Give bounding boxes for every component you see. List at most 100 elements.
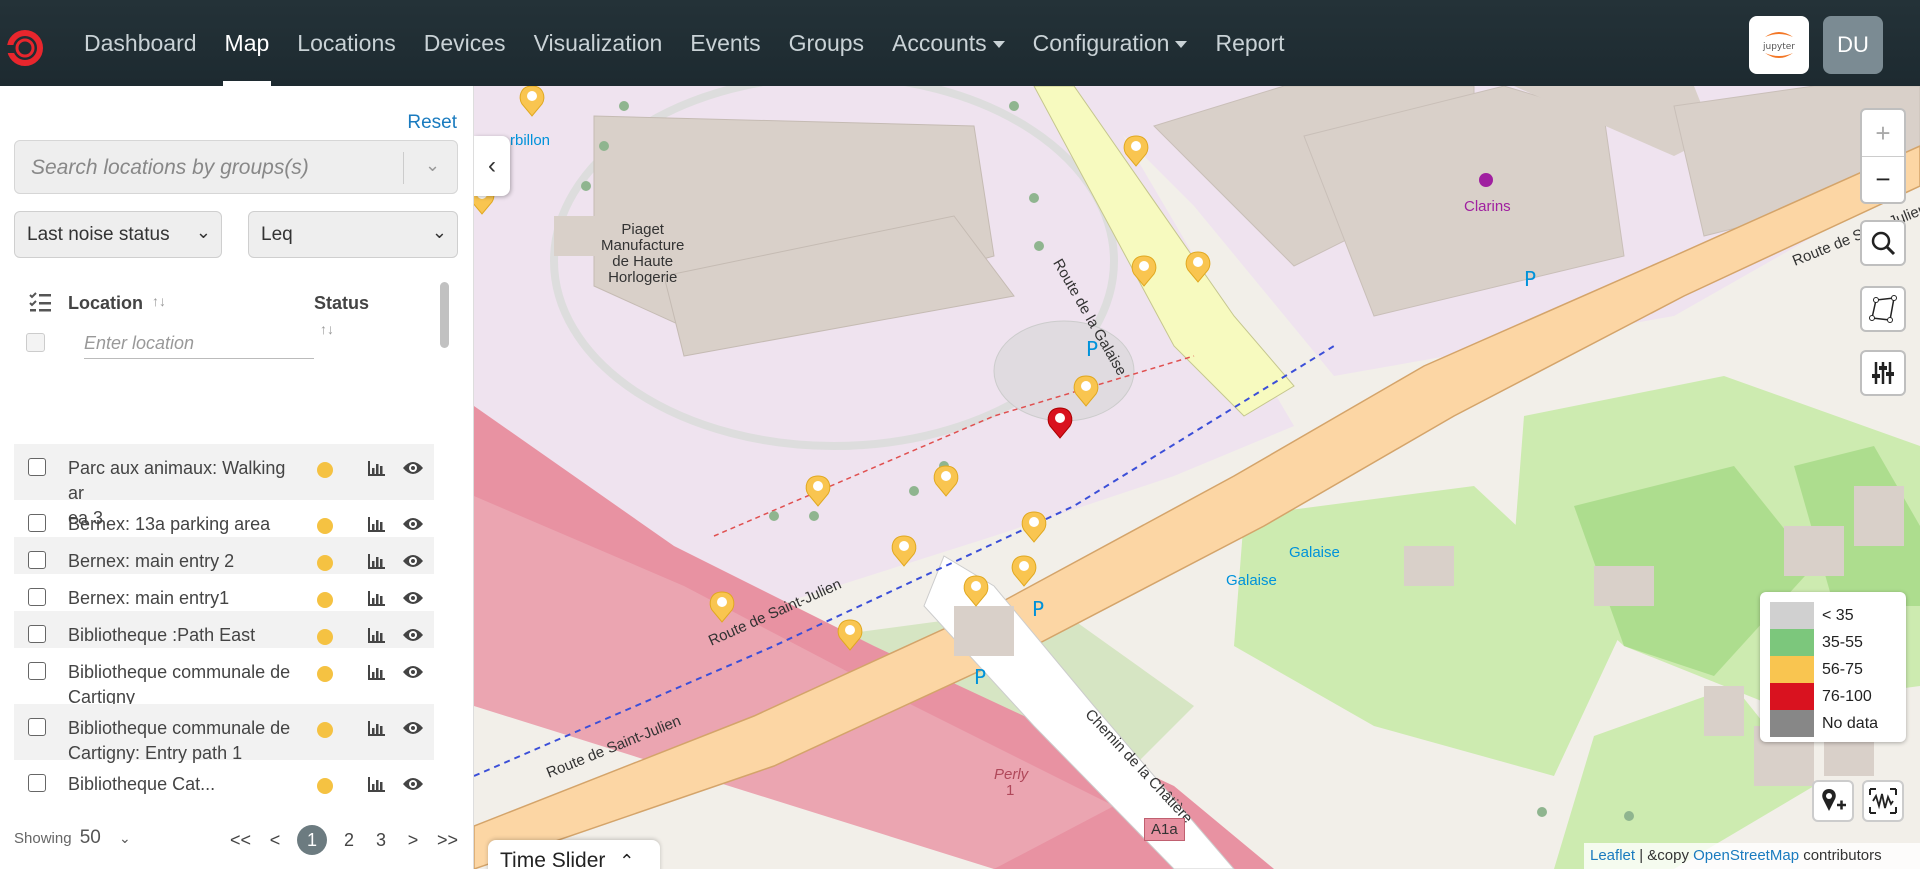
map-marker[interactable]	[963, 575, 989, 607]
map-marker[interactable]	[805, 475, 831, 507]
nav-item-label: Locations	[297, 29, 396, 56]
add-location-button[interactable]	[1812, 780, 1854, 822]
table-row[interactable]: Bibliotheque :Path East	[14, 611, 434, 648]
nav-item-visualization[interactable]: Visualization	[520, 0, 677, 86]
map-marker[interactable]	[1021, 511, 1047, 543]
map-view[interactable]: P P P P Piaget Manufacture de Haute Horloge…	[474, 86, 1920, 869]
map-marker[interactable]	[891, 535, 917, 567]
sort-icon[interactable]: ↑↓	[152, 293, 166, 309]
map-marker[interactable]	[1047, 407, 1073, 439]
osm-link[interactable]: OpenStreetMap	[1693, 847, 1799, 864]
group-search-select[interactable]: Search locations by groups(s) ⌄	[14, 140, 458, 194]
table-row[interactable]: Bibliotheque Cat...	[14, 760, 434, 797]
page-link[interactable]: 3	[373, 830, 389, 851]
zoom-out-button[interactable]: −	[1862, 156, 1904, 202]
nav-item-devices[interactable]: Devices	[410, 0, 520, 86]
time-slider-label: Time Slider	[500, 849, 606, 869]
page-current[interactable]: 1	[297, 825, 328, 855]
row-checkbox[interactable]	[28, 662, 46, 680]
nav-item-locations[interactable]: Locations	[283, 0, 409, 86]
reset-link[interactable]: Reset	[407, 112, 457, 134]
nav-item-configuration[interactable]: Configuration	[1019, 0, 1202, 86]
page-size-control[interactable]: Showing 50 ⌄	[14, 827, 131, 849]
table-row[interactable]: Bernex: 13a parking area	[14, 500, 434, 537]
nav-item-dashboard[interactable]: Dashboard	[70, 0, 211, 86]
page-link[interactable]: <	[267, 830, 283, 851]
map-marker[interactable]	[1185, 251, 1211, 283]
legend-swatch	[1770, 629, 1814, 656]
jupyter-button[interactable]: jupyter	[1749, 16, 1809, 74]
chevron-down-icon[interactable]: ⌄	[425, 155, 440, 176]
eye-icon[interactable]	[402, 720, 424, 736]
select-all-checkbox[interactable]	[26, 333, 45, 352]
map-search-button[interactable]	[1860, 220, 1906, 266]
collapse-sidebar-button[interactable]: ‹	[474, 136, 510, 196]
waveform-button[interactable]	[1862, 780, 1904, 822]
map-marker[interactable]	[1131, 255, 1157, 287]
eye-icon[interactable]	[402, 776, 424, 792]
page-link[interactable]: >	[405, 830, 421, 851]
map-marker[interactable]	[837, 619, 863, 651]
showing-label: Showing	[14, 830, 72, 847]
row-checkbox[interactable]	[28, 774, 46, 792]
map-marker[interactable]	[519, 86, 545, 117]
draw-polygon-button[interactable]	[1860, 286, 1906, 332]
table-row[interactable]: Parc aux animaux: Walking ar ea 3	[14, 444, 434, 528]
zoom-in-button[interactable]: +	[1862, 110, 1904, 156]
map-marker[interactable]	[709, 591, 735, 623]
list-check-icon[interactable]	[28, 291, 52, 313]
map-filter-button[interactable]	[1860, 350, 1906, 396]
leaflet-link[interactable]: Leaflet	[1590, 847, 1635, 864]
map-marker[interactable]	[1123, 135, 1149, 167]
nav-item-map[interactable]: Map	[211, 0, 284, 86]
row-checkbox[interactable]	[28, 625, 46, 643]
column-header-status[interactable]: Status	[314, 293, 369, 314]
bar-chart-icon[interactable]	[368, 627, 386, 643]
app-logo-icon[interactable]	[4, 27, 46, 69]
eye-icon[interactable]	[402, 627, 424, 643]
map-marker[interactable]	[1011, 555, 1037, 587]
eye-icon[interactable]	[402, 553, 424, 569]
bar-chart-icon[interactable]	[368, 720, 386, 736]
row-checkbox[interactable]	[28, 551, 46, 569]
user-avatar-button[interactable]: DU	[1823, 16, 1883, 74]
table-row[interactable]: Bernex: main entry1	[14, 574, 434, 611]
table-row[interactable]: Bibliotheque communale de Cartigny: Entry…	[14, 704, 434, 763]
sort-icon[interactable]: ↑↓	[320, 321, 334, 337]
location-name: Bernex: 13a parking area	[68, 512, 298, 537]
nav-item-groups[interactable]: Groups	[775, 0, 878, 86]
column-header-location[interactable]: Location	[68, 293, 143, 314]
table-scrollbar[interactable]	[440, 282, 449, 348]
status-dot	[317, 555, 333, 571]
page-link[interactable]: >>	[437, 830, 458, 851]
row-checkbox[interactable]	[28, 718, 46, 736]
row-checkbox[interactable]	[28, 458, 46, 476]
table-row[interactable]: Bernex: main entry 2	[14, 537, 434, 574]
chevron-down-icon[interactable]: ⌄	[119, 830, 131, 846]
bar-chart-icon[interactable]	[368, 460, 386, 476]
bar-chart-icon[interactable]	[368, 776, 386, 792]
row-checkbox[interactable]	[28, 588, 46, 606]
page-link[interactable]: <<	[230, 830, 251, 851]
nav-item-report[interactable]: Report	[1201, 0, 1298, 86]
map-marker[interactable]	[1073, 375, 1099, 407]
time-slider-toggle[interactable]: Time Slider ⌃	[488, 840, 660, 869]
map-marker[interactable]	[933, 465, 959, 497]
table-row[interactable]: Bibliotheque communale de Cartigny	[14, 648, 434, 707]
nav-item-events[interactable]: Events	[676, 0, 774, 86]
status-select[interactable]: Last noise status ⌄	[14, 211, 222, 258]
bar-chart-icon[interactable]	[368, 516, 386, 532]
bar-chart-icon[interactable]	[368, 664, 386, 680]
eye-icon[interactable]	[402, 590, 424, 606]
metric-select[interactable]: Leq ⌄	[248, 211, 458, 258]
nav-item-accounts[interactable]: Accounts	[878, 0, 1019, 86]
bar-chart-icon[interactable]	[368, 590, 386, 606]
row-checkbox[interactable]	[28, 514, 46, 532]
bar-chart-icon[interactable]	[368, 553, 386, 569]
page-link[interactable]: 2	[341, 830, 357, 851]
eye-icon[interactable]	[402, 516, 424, 532]
location-filter-input[interactable]: Enter location	[84, 325, 314, 359]
eye-icon[interactable]	[402, 664, 424, 680]
status-dot	[317, 666, 333, 682]
eye-icon[interactable]	[402, 460, 424, 476]
